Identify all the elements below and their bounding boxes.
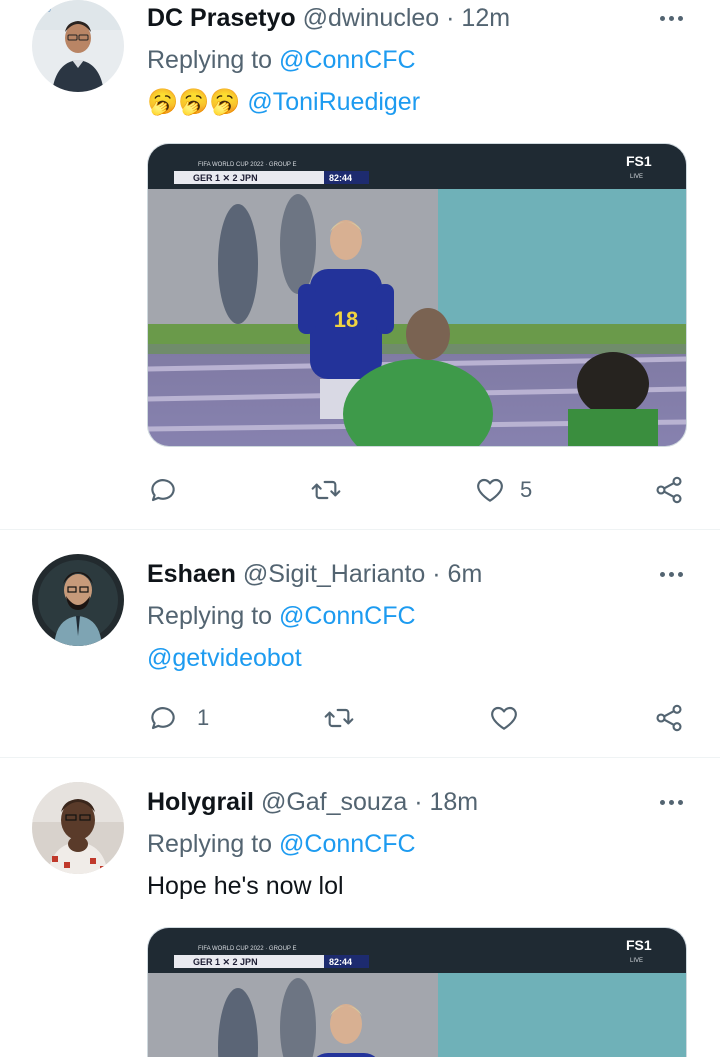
replying-mention[interactable]: @ConnCFC xyxy=(279,602,416,630)
avatar[interactable] xyxy=(32,782,124,874)
share-button[interactable] xyxy=(653,470,685,510)
retweet-button[interactable] xyxy=(310,470,356,510)
reply-button[interactable]: 1 xyxy=(147,698,209,738)
replying-mention[interactable]: @ConnCFC xyxy=(279,46,416,74)
tweet[interactable]: Eshaen @Sigit_Harianto · 6m Replying to … xyxy=(0,530,720,756)
separator-dot: · xyxy=(414,788,430,816)
tweet-text: @getvideobot xyxy=(147,642,302,674)
like-button[interactable] xyxy=(488,698,534,738)
retweet-icon xyxy=(311,480,341,500)
timestamp[interactable]: 6m xyxy=(448,560,483,588)
replying-to: Replying to @ConnCFC xyxy=(147,600,416,632)
scoreboard: GER 1 ✕ 2 JPN xyxy=(193,957,258,967)
handle[interactable]: @dwinucleo xyxy=(303,4,440,32)
display-name[interactable]: DC Prasetyo xyxy=(147,4,296,32)
reply-icon xyxy=(151,479,175,502)
competition-label: FIFA WORLD CUP 2022 · GROUP E xyxy=(198,162,296,168)
video-thumbnail[interactable]: FIFA WORLD CUP 2022 · GROUP E GER 1 ✕ 2 … xyxy=(147,927,687,1057)
like-icon xyxy=(491,706,517,730)
mention-link[interactable]: @ToniRuediger xyxy=(247,88,420,116)
avatar[interactable]: ary xyxy=(32,0,124,92)
separator-dot: · xyxy=(432,560,448,588)
retweet-icon xyxy=(324,708,354,728)
share-icon xyxy=(656,476,682,504)
like-count: 5 xyxy=(520,477,533,502)
replying-to: Replying to @ConnCFC xyxy=(147,828,416,860)
display-name[interactable]: Eshaen xyxy=(147,560,236,588)
tweet-text: 🥱🥱🥱 @ToniRuediger xyxy=(147,86,420,118)
replying-to: Replying to @ConnCFC xyxy=(147,44,416,76)
live-label: LIVE xyxy=(630,174,643,180)
display-name[interactable]: Holygrail xyxy=(147,788,254,816)
channel-logo: FS1 xyxy=(626,153,652,169)
retweet-button[interactable] xyxy=(323,698,369,738)
replying-prefix: Replying to xyxy=(147,830,273,858)
match-clock: 82:44 xyxy=(329,957,352,967)
like-icon xyxy=(477,478,503,502)
more-icon[interactable] xyxy=(656,2,686,34)
tweet-actions: 5 xyxy=(147,470,687,510)
share-icon xyxy=(656,704,682,732)
shirt-number: 18 xyxy=(334,307,358,332)
mention-link[interactable]: @getvideobot xyxy=(147,644,302,672)
more-icon[interactable] xyxy=(656,786,686,818)
like-button[interactable]: 5 xyxy=(474,470,532,510)
tweet[interactable]: ary DC Prasetyo @dwinucleo · 12m Replyin… xyxy=(0,0,720,528)
match-clock: 82:44 xyxy=(329,173,352,183)
reply-icon xyxy=(151,707,175,730)
replying-prefix: Replying to xyxy=(147,602,273,630)
svg-text:ary: ary xyxy=(40,2,53,12)
emoji-text: 🥱🥱🥱 xyxy=(147,88,241,116)
reply-button[interactable] xyxy=(147,470,193,510)
tweet[interactable]: Holygrail @Gaf_souza · 18m Replying to @… xyxy=(0,758,720,1057)
replying-mention[interactable]: @ConnCFC xyxy=(279,830,416,858)
tweet-text: Hope he's now lol xyxy=(147,872,344,900)
timestamp[interactable]: 12m xyxy=(461,4,510,32)
video-thumbnail[interactable]: 18 FIFA WORLD CUP 2022 · GROUP E GER 1 ✕… xyxy=(147,143,687,447)
live-label: LIVE xyxy=(630,958,643,964)
share-button[interactable] xyxy=(653,698,685,738)
timestamp[interactable]: 18m xyxy=(429,788,478,816)
tweet-actions: 1 xyxy=(147,698,687,738)
handle[interactable]: @Sigit_Harianto xyxy=(243,560,425,588)
scoreboard: GER 1 ✕ 2 JPN xyxy=(193,173,258,183)
avatar[interactable] xyxy=(32,554,124,646)
separator-dot: · xyxy=(446,4,462,32)
channel-logo: FS1 xyxy=(626,937,652,953)
reply-count: 1 xyxy=(197,705,210,730)
more-icon[interactable] xyxy=(656,558,686,590)
competition-label: FIFA WORLD CUP 2022 · GROUP E xyxy=(198,946,296,952)
handle[interactable]: @Gaf_souza xyxy=(261,788,407,816)
replying-prefix: Replying to xyxy=(147,46,273,74)
